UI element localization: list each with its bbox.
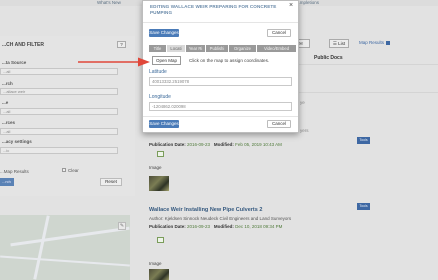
modified-date: Dec 10, 2018 09:34 PM bbox=[235, 224, 283, 229]
completions-link[interactable]: ...mpletions bbox=[296, 0, 319, 5]
data-source-select[interactable]: ...all bbox=[0, 68, 118, 75]
result-author: Author: Kjeldsen Sinnock Neudeck Civil E… bbox=[149, 216, 292, 221]
result-thumbnail[interactable] bbox=[149, 176, 169, 191]
edit-location-modal: EDITING WALLACE WEIR PREPARING FOR CONCR… bbox=[142, 0, 299, 133]
result-item: Wallace Weir Installing New Pipe Culvert… bbox=[149, 207, 292, 280]
help-button[interactable]: ? bbox=[117, 41, 126, 48]
map-road bbox=[33, 215, 50, 280]
modal-title: EDITING WALLACE WEIR PREPARING FOR CONCR… bbox=[150, 4, 277, 15]
tab-video-embed[interactable]: Video/Embed bbox=[257, 45, 296, 52]
tab-organize[interactable]: Organize bbox=[229, 45, 256, 52]
search-label: ...rch bbox=[2, 81, 13, 86]
data-source-label: ...ta Source bbox=[2, 60, 27, 65]
edit-tabs: Title Locati Year Ri Publishi Organize V… bbox=[149, 45, 296, 52]
divider bbox=[143, 116, 298, 117]
map-view[interactable]: ✎ bbox=[0, 215, 130, 280]
search-button[interactable]: ...rch bbox=[0, 178, 14, 186]
truncated-text: ye bbox=[300, 100, 305, 105]
truncated-text: yers bbox=[300, 128, 309, 133]
pencil-icon[interactable]: ✎ bbox=[118, 222, 126, 230]
map-road bbox=[10, 226, 130, 247]
type-select[interactable]: ...all bbox=[0, 108, 118, 115]
result-thumbnail[interactable] bbox=[149, 269, 169, 280]
tab-publishing[interactable]: Publishi bbox=[206, 45, 228, 52]
divider bbox=[296, 64, 438, 65]
tab-location[interactable]: Locati bbox=[167, 45, 185, 52]
image-type-label: Image bbox=[149, 165, 162, 170]
result-dates: Publication Date: 2016-09-23 Modified: D… bbox=[149, 224, 291, 229]
tools-button[interactable]: Tools bbox=[357, 203, 370, 210]
open-map-button[interactable]: Open Map bbox=[152, 56, 181, 65]
close-icon[interactable]: × bbox=[289, 2, 293, 9]
privacy-settings-label: ...acy settings bbox=[2, 139, 32, 144]
result-title[interactable]: Wallace Weir Installing New Pipe Culvert… bbox=[149, 207, 291, 213]
publication-date: 2016-09-23 bbox=[187, 142, 211, 147]
modified-date: Feb 05, 2019 10:43 AM bbox=[235, 142, 282, 147]
search-filter-title: ...CH AND FILTER bbox=[2, 42, 44, 48]
search-input[interactable]: ...allace weir bbox=[0, 88, 118, 95]
publication-date-label: Publication Date: bbox=[149, 142, 186, 147]
add-icon[interactable] bbox=[157, 151, 164, 157]
sources-select[interactable]: ...all bbox=[0, 128, 118, 135]
modal-header: EDITING WALLACE WEIR PREPARING FOR CONCR… bbox=[143, 1, 298, 22]
tab-title[interactable]: Title bbox=[149, 45, 166, 52]
map-results-label: ...Map Results bbox=[0, 169, 29, 174]
map-road bbox=[0, 255, 130, 267]
cancel-button-top[interactable]: Cancel bbox=[267, 29, 291, 37]
add-icon[interactable] bbox=[157, 237, 164, 243]
result-dates: Publication Date: 2016-09-23 Modified: F… bbox=[149, 142, 282, 147]
longitude-input[interactable] bbox=[149, 102, 292, 111]
divider bbox=[143, 22, 298, 23]
public-docs-heading: Public Docs bbox=[314, 55, 343, 61]
checkbox-checked-icon[interactable] bbox=[386, 40, 391, 45]
modified-date-label: Modified: bbox=[213, 224, 234, 229]
longitude-label: Longitude bbox=[149, 94, 171, 100]
latitude-label: Latitude bbox=[149, 69, 167, 75]
tools-button[interactable]: Tools bbox=[357, 137, 370, 144]
save-changes-button-top[interactable]: Save Changes bbox=[149, 29, 179, 37]
modified-date-label: Modified: bbox=[213, 142, 234, 147]
privacy-settings-select[interactable]: ...ic bbox=[0, 147, 118, 154]
sources-label: ...rces bbox=[2, 120, 16, 125]
image-type-label: Image bbox=[149, 261, 162, 266]
cancel-button[interactable]: Cancel bbox=[267, 120, 291, 128]
latitude-input[interactable] bbox=[149, 77, 292, 86]
map-results-toggle[interactable]: Map Results bbox=[359, 40, 391, 45]
reset-button[interactable]: Reset bbox=[100, 178, 122, 186]
save-changes-button[interactable]: Save Changes bbox=[149, 120, 179, 128]
annotation-arrow-icon bbox=[78, 57, 150, 67]
list-view-button[interactable]: ☰ List bbox=[329, 39, 349, 48]
open-map-hint: Click on the map to assign coordinates. bbox=[189, 58, 270, 63]
map-results-toggle-label: Map Results bbox=[359, 40, 385, 45]
divider bbox=[296, 92, 438, 93]
publication-date: 2016-09-23 bbox=[187, 224, 211, 229]
clear-label: Clear bbox=[68, 168, 79, 173]
result-item: Publication Date: 2016-09-23 Modified: F… bbox=[149, 142, 282, 191]
type-label: ...e bbox=[2, 100, 9, 105]
whats-new-link[interactable]: What's New bbox=[97, 0, 121, 5]
publication-date-label: Publication Date: bbox=[149, 224, 186, 229]
tab-year[interactable]: Year Ri bbox=[186, 45, 205, 52]
clear-checkbox[interactable] bbox=[62, 168, 66, 172]
